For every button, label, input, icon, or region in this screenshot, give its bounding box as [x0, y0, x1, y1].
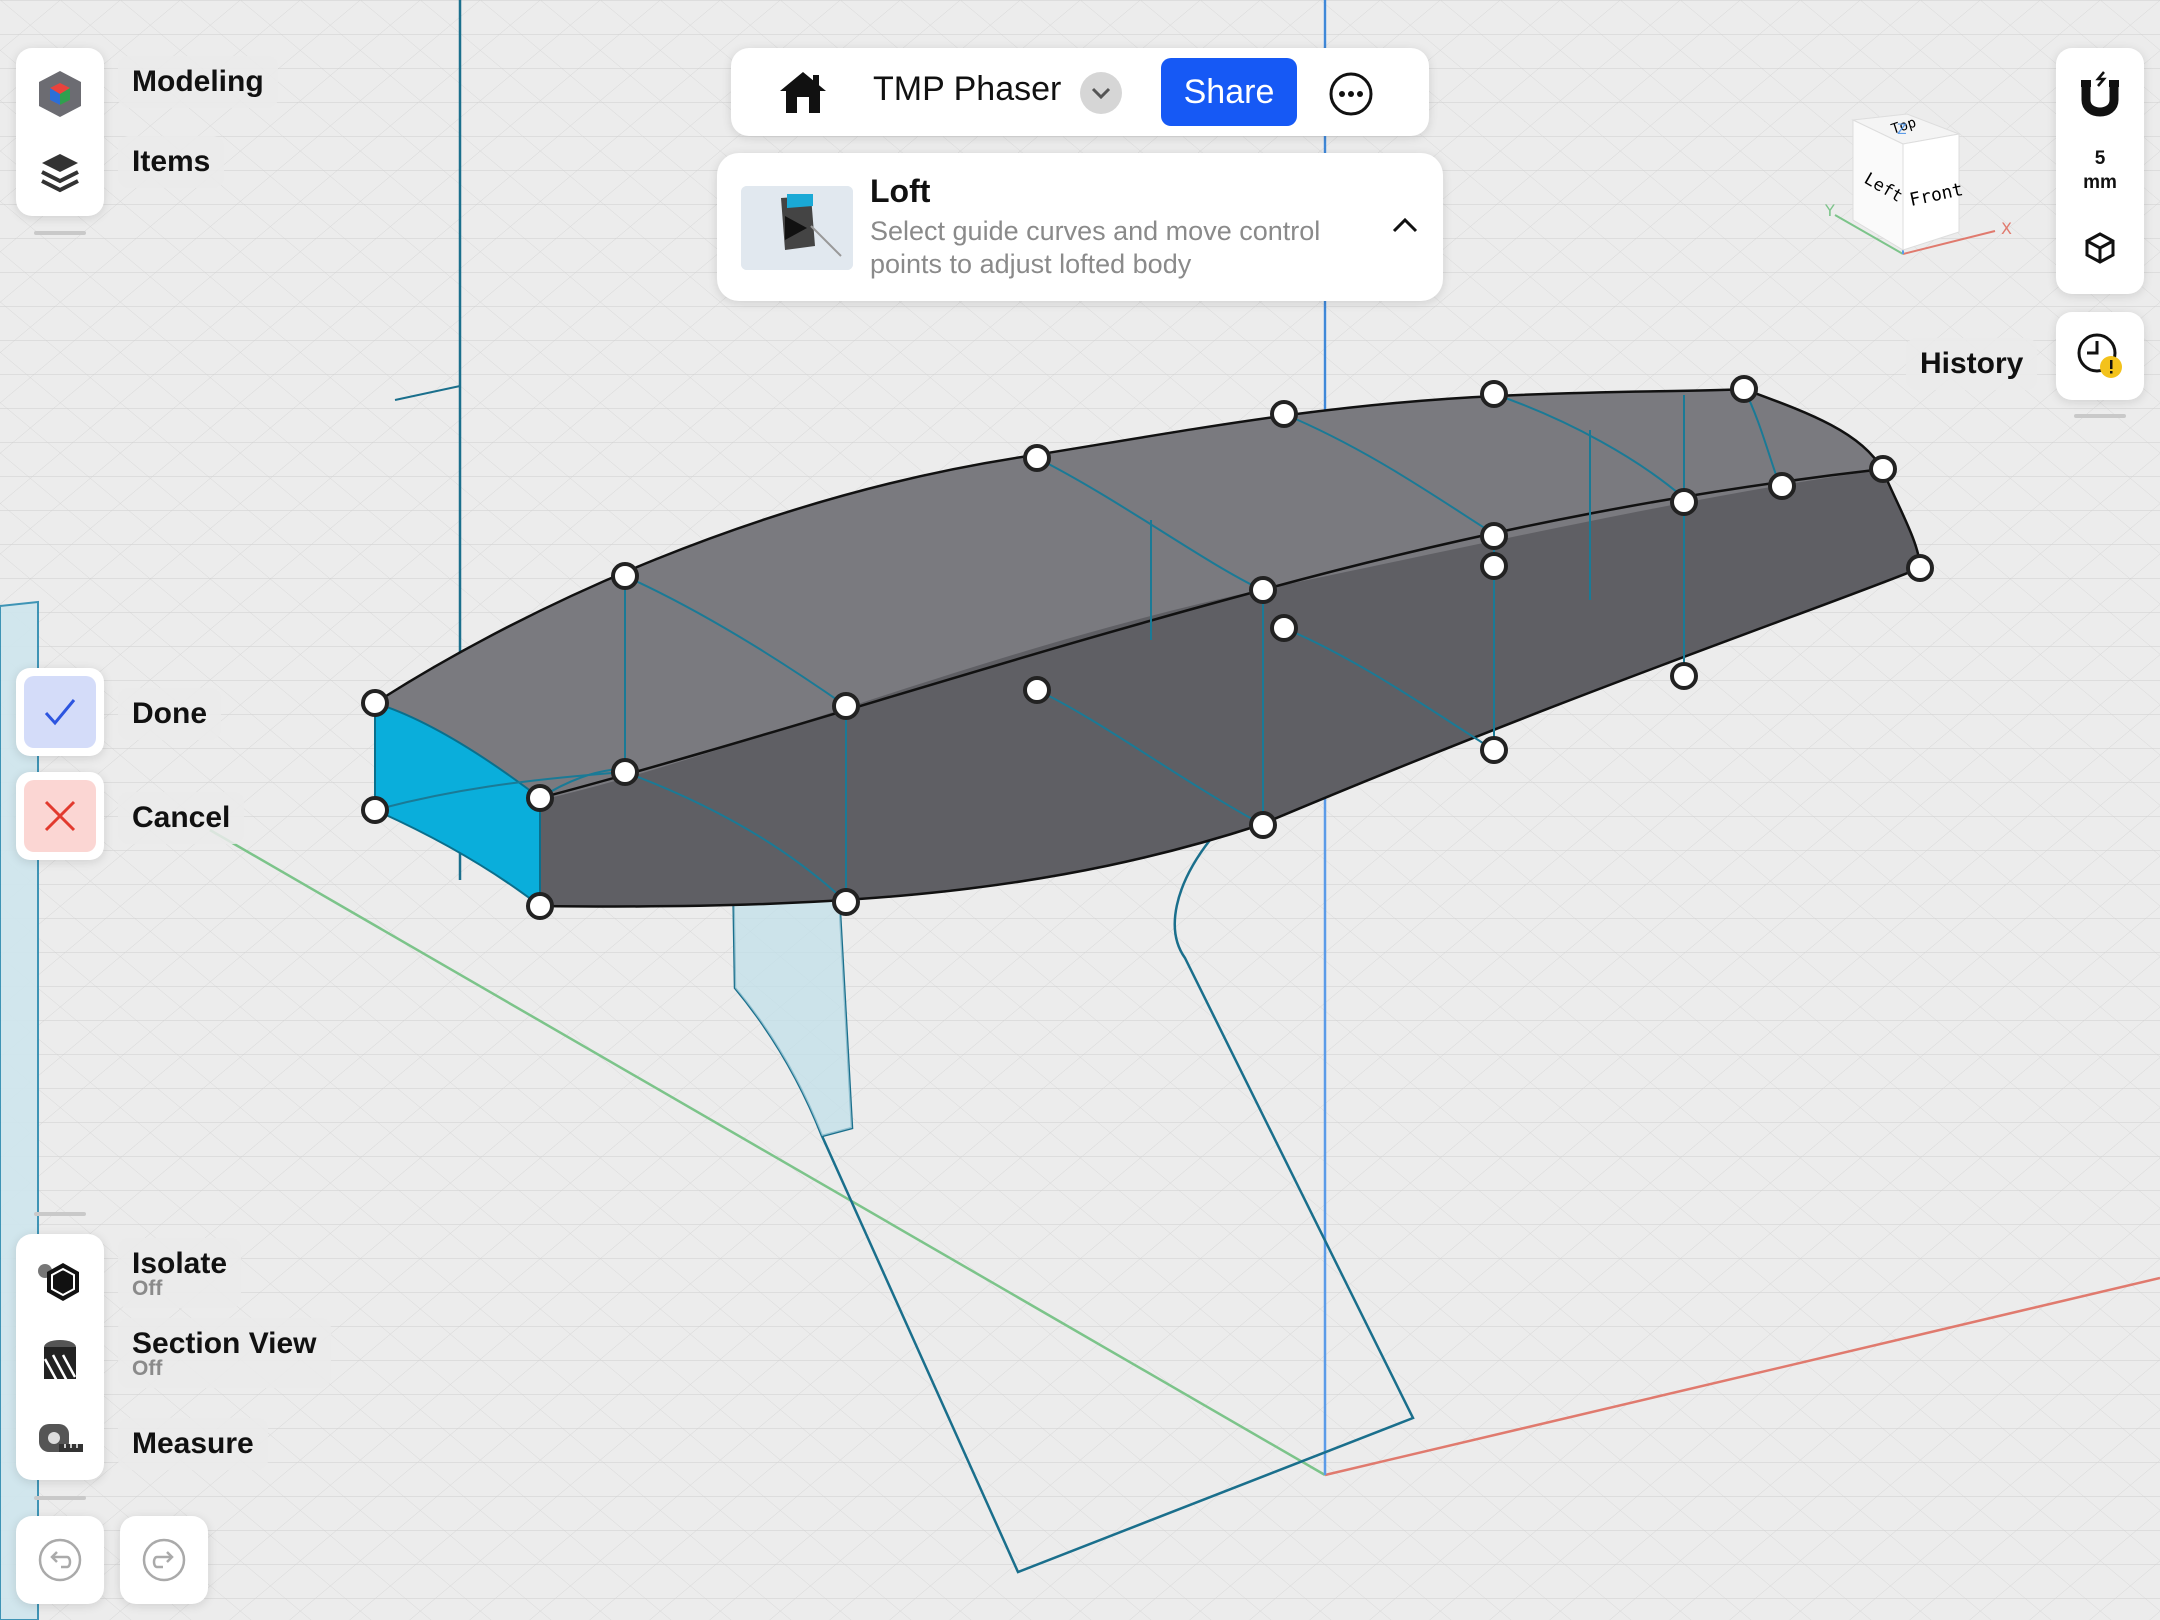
loft-tool-card: Loft Select guide curves and move contro… — [717, 153, 1443, 301]
layers-icon[interactable] — [32, 144, 88, 200]
toolbar-divider — [34, 1212, 86, 1216]
document-title[interactable]: TMP Phaser — [873, 70, 1061, 109]
snap-increment-unit[interactable]: mm — [2056, 172, 2144, 194]
control-point[interactable] — [361, 689, 389, 717]
control-point[interactable] — [1249, 576, 1277, 604]
control-point[interactable] — [1768, 472, 1796, 500]
section-view-label[interactable]: Section View Off — [118, 1318, 331, 1388]
section-view-status: Off — [132, 1357, 163, 1380]
control-point[interactable] — [361, 796, 389, 824]
control-point[interactable] — [832, 888, 860, 916]
modeling-cube-icon[interactable] — [32, 66, 88, 122]
document-bar: TMP Phaser Share — [731, 48, 1429, 136]
control-point[interactable] — [832, 692, 860, 720]
left-toolbar-top — [16, 48, 104, 216]
isolate-icon[interactable] — [32, 1254, 88, 1310]
cancel-button[interactable] — [16, 772, 104, 860]
toolbar-divider — [2074, 414, 2126, 418]
control-point[interactable] — [1480, 522, 1508, 550]
right-toolbar: 5 mm — [2056, 48, 2144, 294]
view-cube[interactable]: Top Left Front X Y Z — [1815, 110, 2015, 260]
control-point[interactable] — [526, 784, 554, 812]
control-point[interactable] — [1670, 488, 1698, 516]
control-point[interactable] — [526, 892, 554, 920]
control-point[interactable] — [1023, 444, 1051, 472]
done-button[interactable] — [16, 668, 104, 756]
modeling-label[interactable]: Modeling — [118, 56, 278, 108]
control-point[interactable] — [611, 562, 639, 590]
view-cube-axis-y: Y — [1824, 201, 1835, 220]
view-cube-axis-x: X — [2001, 219, 2012, 238]
snap-increment-value[interactable]: 5 — [2056, 148, 2144, 170]
history-clock-icon — [2072, 328, 2128, 384]
control-point[interactable] — [1249, 811, 1277, 839]
view-mode-cube-icon[interactable] — [2072, 220, 2128, 276]
undo-button[interactable] — [16, 1516, 104, 1604]
isolate-label[interactable]: Isolate Off — [118, 1238, 242, 1308]
control-point[interactable] — [1270, 614, 1298, 642]
tape-measure-icon[interactable] — [32, 1410, 88, 1466]
section-view-title: Section View — [132, 1327, 317, 1360]
toolbar-divider — [34, 231, 86, 235]
control-point[interactable] — [1906, 554, 1934, 582]
control-point[interactable] — [1023, 676, 1051, 704]
view-cube-axis-z: Z — [1897, 122, 1907, 138]
control-point[interactable] — [1670, 662, 1698, 690]
undo-icon — [38, 1538, 82, 1582]
redo-button[interactable] — [120, 1516, 208, 1604]
home-icon[interactable] — [775, 64, 831, 120]
loft-title: Loft — [870, 173, 931, 209]
share-button[interactable]: Share — [1161, 58, 1297, 126]
control-point[interactable] — [1270, 400, 1298, 428]
control-point[interactable] — [1480, 552, 1508, 580]
isolate-status: Off — [132, 1277, 163, 1300]
cancel-label[interactable]: Cancel — [118, 792, 245, 844]
control-point[interactable] — [1869, 455, 1897, 483]
section-view-icon[interactable] — [32, 1334, 88, 1390]
history-label[interactable]: History — [1906, 338, 2038, 390]
control-point[interactable] — [1730, 375, 1758, 403]
more-options-icon[interactable] — [1323, 66, 1379, 122]
loft-video-thumbnail[interactable] — [741, 186, 853, 270]
toolbar-divider — [34, 1496, 86, 1500]
control-point[interactable] — [611, 758, 639, 786]
done-label[interactable]: Done — [118, 688, 221, 740]
redo-icon — [142, 1538, 186, 1582]
document-menu-chevron-icon[interactable] — [1080, 72, 1122, 114]
history-button[interactable] — [2056, 312, 2144, 400]
left-toolbar-bottom — [16, 1234, 104, 1480]
measure-label[interactable]: Measure — [118, 1418, 268, 1470]
control-point[interactable] — [1480, 736, 1508, 764]
control-point[interactable] — [1480, 380, 1508, 408]
checkmark-icon — [24, 676, 96, 748]
isolate-title: Isolate — [132, 1247, 228, 1280]
close-x-icon — [24, 780, 96, 852]
chevron-up-icon[interactable] — [1385, 205, 1425, 245]
loft-description: Select guide curves and move control poi… — [870, 216, 1321, 279]
snap-magnet-icon[interactable] — [2072, 66, 2128, 122]
items-label[interactable]: Items — [118, 136, 225, 188]
